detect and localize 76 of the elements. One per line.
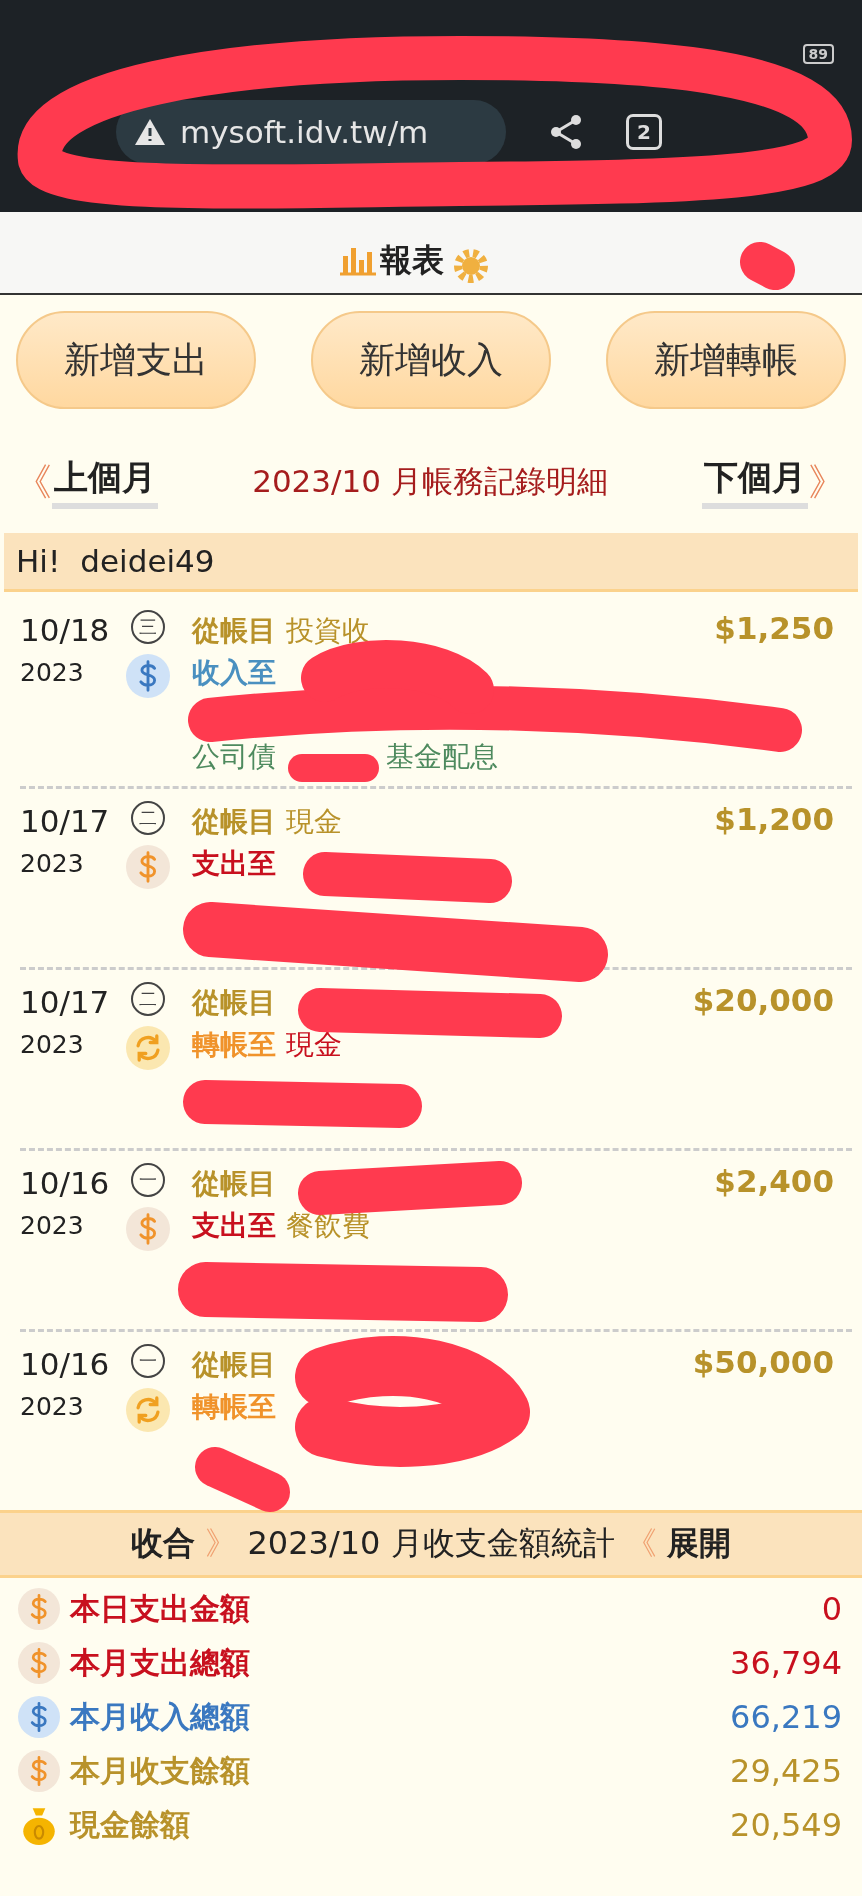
entry-year: 2023 <box>20 1211 85 1241</box>
arrow-glyph: 》 <box>205 1523 238 1564</box>
to-label: 支出至 <box>192 1209 276 1242</box>
address-bar[interactable]: mysoft.idv.tw/m <box>116 100 506 164</box>
summary-label: 本月收入總額 <box>70 1697 250 1736</box>
from-label: 從帳目 <box>192 1348 276 1381</box>
collapse-link[interactable]: 收合 <box>131 1522 196 1566</box>
entry-year: 2023 <box>20 849 85 879</box>
entry-year: 2023 <box>20 1030 85 1060</box>
summary-label: 現金餘額 <box>70 1805 190 1844</box>
prev-month-link[interactable]: 上個月 <box>52 455 158 509</box>
summary-value: 0 <box>821 1590 842 1628</box>
action-button[interactable]: 新增轉帳 <box>606 311 846 409</box>
nav-item[interactable]: 報表 <box>340 239 444 283</box>
expand-link[interactable]: 展開 <box>666 1522 731 1566</box>
weekday-badge: 三 <box>131 610 165 644</box>
to-account: 餐飲費 <box>286 1209 370 1242</box>
user-name: deidei49 <box>80 543 215 579</box>
entry-date: 10/18 <box>20 611 111 650</box>
entry-year: 2023 <box>20 658 85 688</box>
dollar-icon <box>18 1696 60 1738</box>
battery-indicator: 89 <box>802 44 834 64</box>
dollar-icon <box>18 1642 60 1684</box>
to-label: 支出至 <box>192 847 276 880</box>
entry-amount: $2,400 <box>714 1163 835 1201</box>
next-month-link[interactable]: 下個月 <box>702 455 808 509</box>
summary-value: 29,425 <box>730 1752 842 1790</box>
summary-value: 36,794 <box>730 1644 842 1682</box>
from-label: 從帳目 <box>192 805 276 838</box>
summary-title: 2023/10 月收支金額統計 <box>247 1523 615 1564</box>
to-label: 轉帳至 <box>192 1028 276 1061</box>
entry-date: 10/17 <box>20 983 111 1022</box>
entry-amount: $1,200 <box>714 801 835 839</box>
dollar-icon <box>18 1588 60 1630</box>
from-account: 現金 <box>286 805 342 838</box>
warning-icon <box>134 118 166 146</box>
to-label: 轉帳至 <box>192 1390 276 1423</box>
from-account: 投資收 <box>286 614 370 647</box>
entry-date: 10/16 <box>20 1345 111 1384</box>
summary-label: 本日支出金額 <box>70 1589 250 1628</box>
from-label: 從帳目 <box>192 986 276 1019</box>
dollar-icon <box>18 1750 60 1792</box>
memo-text: 公司債 <box>192 739 276 775</box>
refresh-icon <box>126 1388 170 1432</box>
entry-amount: $1,250 <box>714 610 835 648</box>
action-button[interactable]: 新增收入 <box>311 311 551 409</box>
from-label: 從帳目 <box>192 614 276 647</box>
dollar-icon <box>126 845 170 889</box>
summary-value: 66,219 <box>730 1698 842 1736</box>
bar-chart-icon <box>340 246 376 276</box>
month-title: 2023/10 月帳務記錄明細 <box>252 462 608 501</box>
weekday-badge: 二 <box>131 982 165 1016</box>
summary-value: 20,549 <box>730 1806 842 1844</box>
to-account: 現金 <box>286 1028 342 1061</box>
dollar-icon <box>126 654 170 698</box>
to-label: 收入至 <box>192 656 276 689</box>
weekday-badge: 一 <box>131 1344 165 1378</box>
refresh-icon <box>126 1026 170 1070</box>
arrow-glyph: 《 <box>624 1523 657 1564</box>
tab-count-button[interactable]: 2 <box>626 114 662 150</box>
summary-label: 本月支出總額 <box>70 1643 250 1682</box>
weekday-badge: 一 <box>131 1163 165 1197</box>
scribble-drawing <box>740 242 795 290</box>
from-label: 從帳目 <box>192 1167 276 1200</box>
entry-amount: $50,000 <box>692 1344 835 1382</box>
entry-year: 2023 <box>20 1392 85 1422</box>
entry-amount: $20,000 <box>692 982 835 1020</box>
entry-date: 10/17 <box>20 802 111 841</box>
summary-label: 本月收支餘額 <box>70 1751 250 1790</box>
entry-date: 10/16 <box>20 1164 111 1203</box>
action-button[interactable]: 新增支出 <box>16 311 256 409</box>
gear-icon <box>454 249 488 283</box>
dollar-icon <box>126 1207 170 1251</box>
memo-text: 基金配息 <box>386 739 498 775</box>
weekday-badge: 二 <box>131 801 165 835</box>
greeting-text: Hi! <box>16 543 61 579</box>
